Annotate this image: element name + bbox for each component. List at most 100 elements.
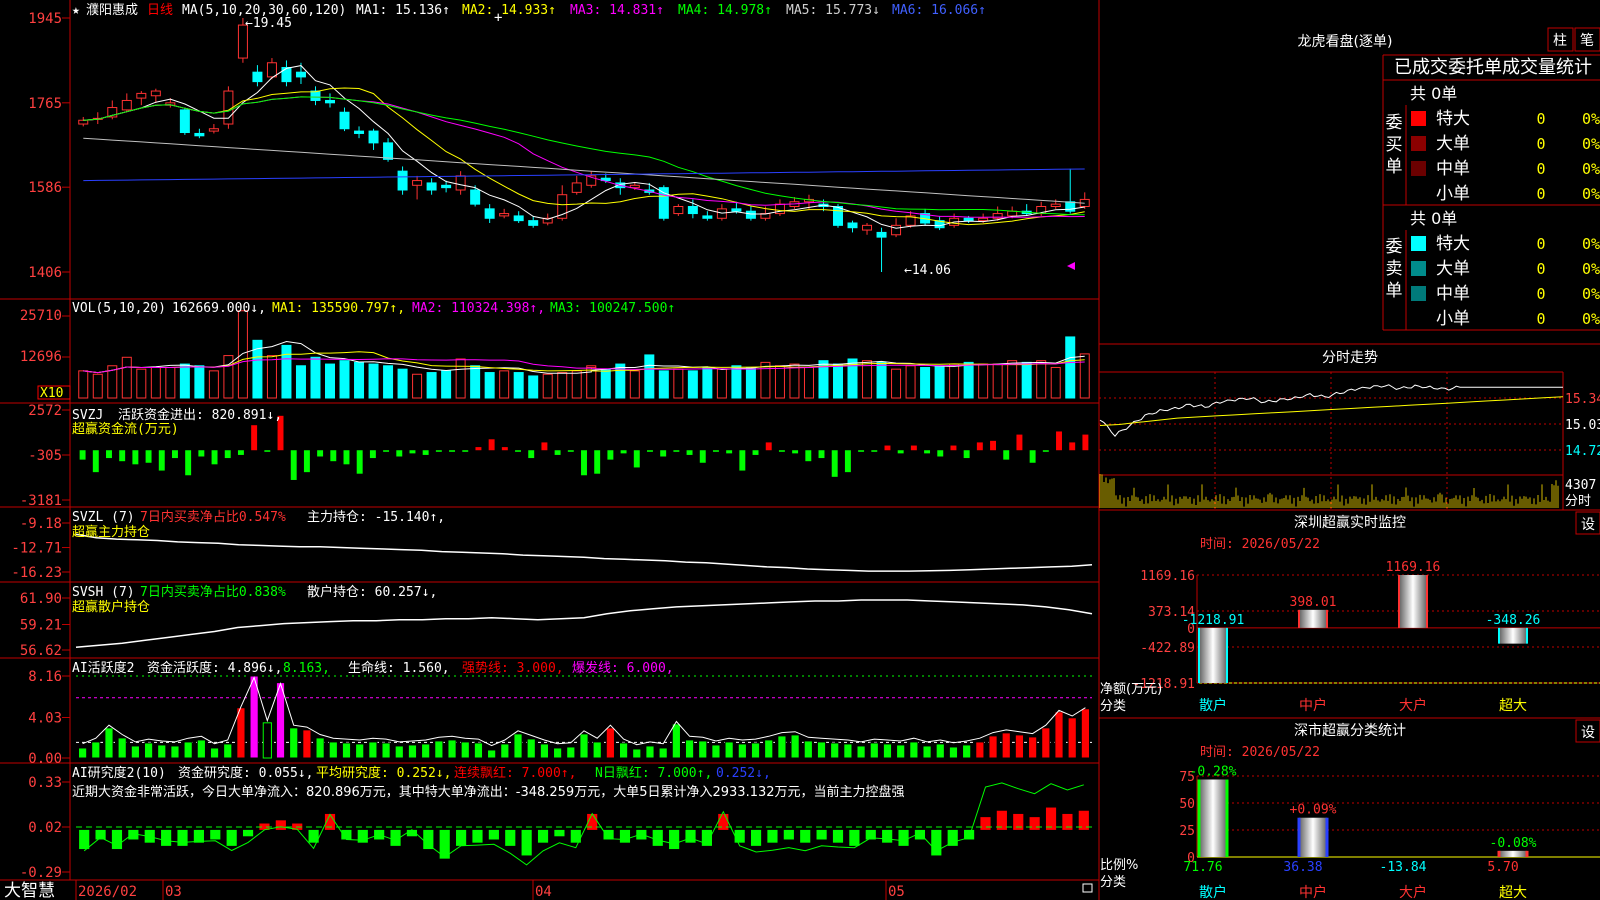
vol-bar (368, 363, 379, 399)
vol-bar (644, 354, 655, 399)
vol-bar (774, 365, 785, 399)
class-settings-label[interactable]: 设 (1581, 725, 1595, 741)
aiact-bar (302, 729, 312, 759)
svzj-bar (871, 450, 878, 452)
aiact-bar (381, 742, 391, 759)
vol-bar (745, 366, 756, 399)
svsh-y-tick-label: 59.21 (20, 617, 62, 633)
svzj-bar (132, 450, 139, 465)
kline-candle (281, 66, 292, 83)
svzj-bar (145, 450, 152, 463)
svzj-bar (937, 450, 944, 457)
intraday-y-tick-label: 14.72 (1565, 444, 1600, 459)
svzj-bar (449, 450, 456, 452)
vol-bar (702, 366, 713, 399)
kline-candle (745, 210, 756, 219)
aiact-bar (460, 741, 470, 759)
vol-bar (484, 372, 495, 399)
aiact-bar (566, 746, 576, 759)
lhb-sell-label-char: 委 (1386, 237, 1403, 257)
vol-ma3-value: MA3: 100247.500↑ (550, 301, 675, 316)
svzj-bar (897, 450, 904, 454)
svzj-bar (264, 450, 271, 452)
kline-ma5-value: MA5: 15.773↓ (786, 3, 880, 18)
aires-bar (488, 829, 499, 840)
class-bar-delta: -0.08% (1490, 836, 1537, 851)
aires-bar (161, 829, 172, 846)
svzj-bar (528, 450, 535, 459)
aires-bar (898, 829, 909, 846)
vol-bar (92, 373, 103, 399)
aiact-header: AI活跃度2 (72, 660, 134, 676)
lhb-row-name: 特大 (1436, 109, 1470, 129)
aiact-bar (882, 743, 893, 759)
class-category-label: 超大 (1499, 885, 1527, 900)
aiact-bar (315, 737, 325, 759)
svzj-bar (554, 450, 561, 455)
intraday-avg-line (1099, 396, 1564, 426)
svzj-bar (475, 447, 482, 451)
aires-bar (210, 829, 221, 840)
monitor-settings-label[interactable]: 设 (1581, 517, 1595, 533)
lhb-row-count: 0 (1536, 285, 1545, 303)
aiact-bar (236, 707, 246, 759)
aiact-bar (143, 742, 154, 759)
vol-bar (1036, 360, 1047, 399)
aiact-bar (777, 735, 787, 759)
svzj-bar (356, 450, 363, 474)
monitor-y-label: 净额(万元) (1100, 682, 1162, 697)
terminal-canvas: 1945176515861406★ 濮阳惠成 日线 MA(5,10,20,30,60,… (0, 0, 1600, 900)
aires-bar (554, 829, 565, 837)
lhb-row-swatch (1411, 236, 1426, 251)
svzj-bar (106, 450, 112, 459)
aires-bar (685, 829, 696, 843)
vol-bar (1079, 353, 1090, 399)
class-bar-value: 5.70 (1487, 860, 1518, 875)
aires-bar (79, 829, 90, 850)
svzj-bar (1016, 434, 1023, 451)
vol-bar (992, 363, 1003, 399)
aiact-bar (684, 739, 695, 759)
lhb-bar-button-label[interactable]: 柱 (1553, 33, 1567, 49)
aiact-bar (645, 745, 655, 759)
aires-bar (882, 829, 893, 843)
class-y-tick-label: 25 (1179, 824, 1195, 839)
kline-candle (121, 99, 132, 111)
vol-bar (266, 355, 277, 399)
lhb-tick-button-label[interactable]: 笔 (1580, 33, 1594, 49)
aires-bar (521, 829, 532, 856)
svzj-bar (158, 450, 165, 471)
aires-bar (193, 829, 204, 843)
lhb-row-swatch (1411, 111, 1426, 126)
monitor-y-tick-label: 1169.16 (1140, 569, 1195, 584)
svzj-bar (198, 450, 205, 457)
aiact-bar (711, 744, 721, 759)
kline-candle (513, 215, 524, 222)
kline-candle (876, 231, 887, 238)
aires-bar (537, 829, 549, 843)
aiact-bar (605, 727, 615, 759)
kline-current-marker (1067, 262, 1075, 270)
svsh-line (75, 599, 1093, 648)
vol-bar (949, 363, 960, 399)
vol-bar (412, 373, 423, 399)
svzj-bar (792, 450, 799, 454)
class-bar-value: -13.84 (1380, 860, 1427, 875)
svsh-subtitle: 超赢散户持仓 (72, 599, 150, 615)
aires-bar (275, 820, 286, 830)
svzj-bar (290, 450, 297, 480)
aiact-bar (104, 727, 114, 759)
vol-bar (455, 358, 466, 399)
xaxis-date-label: 05 (888, 884, 905, 900)
aiact-bar (843, 743, 853, 759)
aires-bar (718, 813, 729, 830)
kline-candle (223, 90, 234, 125)
svsh-retail-position: 散户持仓: 60.257↓, (307, 584, 437, 600)
aiact-bar (539, 743, 550, 759)
monitor-bar (1399, 575, 1427, 628)
aiact-bar (196, 739, 206, 759)
kline-ma30-line (83, 96, 1085, 216)
vol-bar (397, 368, 408, 399)
aires-bar (832, 829, 844, 843)
svzj-bar (1082, 434, 1089, 451)
